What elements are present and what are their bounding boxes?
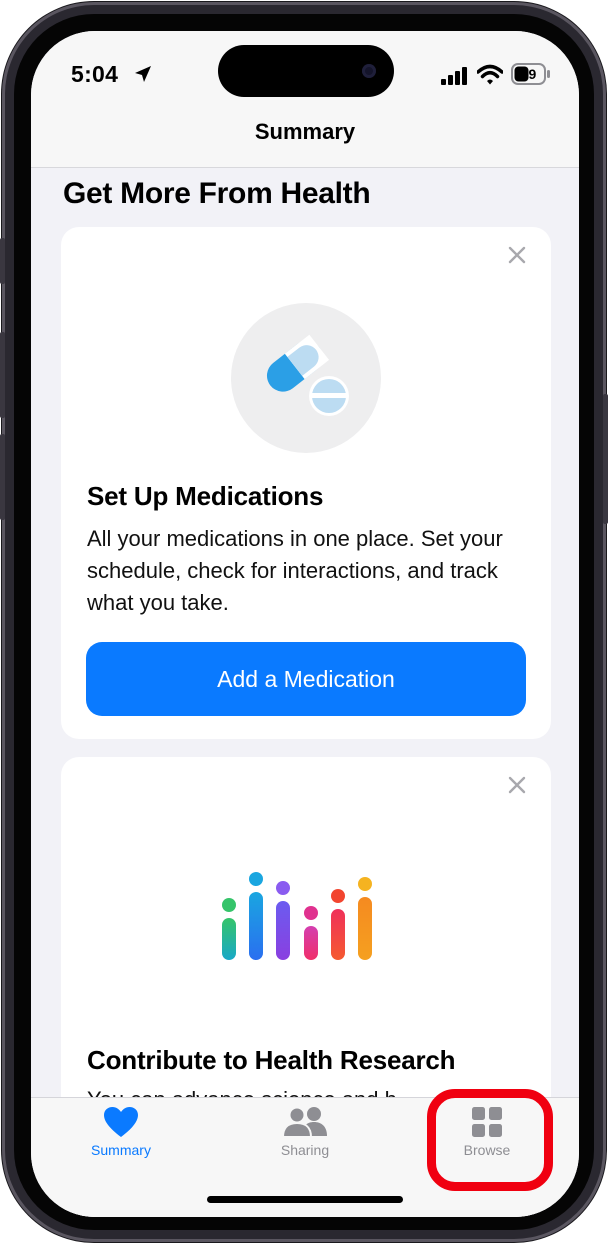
browse-highlight-annotation <box>427 1089 553 1191</box>
pills-icon <box>266 334 349 416</box>
add-medication-button[interactable]: Add a Medication <box>86 642 526 716</box>
location-arrow-icon <box>135 66 151 82</box>
close-icon[interactable] <box>505 773 529 797</box>
wifi-icon <box>477 64 503 85</box>
battery-level: 39 <box>520 66 537 82</box>
card-title: Set Up Medications <box>87 481 324 511</box>
card-description: All your medications in one place. Set y… <box>87 526 503 615</box>
people-icon <box>282 1106 327 1138</box>
heart-icon <box>104 1107 138 1137</box>
pills-icon-background <box>231 303 381 453</box>
section-heading: Get More From Health <box>63 177 371 210</box>
camera-icon <box>362 64 376 78</box>
page-title: Summary <box>254 119 356 144</box>
cellular-signal-icon <box>441 67 467 85</box>
action-button <box>0 238 5 284</box>
dynamic-island <box>218 45 394 97</box>
health-research-icon <box>222 872 372 960</box>
close-icon[interactable] <box>505 243 529 267</box>
card-title: Contribute to Health Research <box>87 1045 456 1075</box>
side-button <box>603 394 608 524</box>
status-time: 5:04 <box>71 61 119 87</box>
tab-label: Summary <box>91 1142 151 1158</box>
tab-summary[interactable]: Summary <box>61 1106 181 1176</box>
medications-card: Set Up Medications All your medications … <box>61 227 551 739</box>
tab-sharing[interactable]: Sharing <box>245 1106 365 1176</box>
home-indicator <box>207 1196 403 1203</box>
tab-label: Sharing <box>280 1142 330 1158</box>
volume-down-button <box>0 434 5 520</box>
volume-up-button <box>0 332 5 418</box>
phone-screen: 5:04 39 Summary Get More From Health Set… <box>31 31 579 1217</box>
navigation-header: 5:04 39 Summary <box>31 31 579 168</box>
